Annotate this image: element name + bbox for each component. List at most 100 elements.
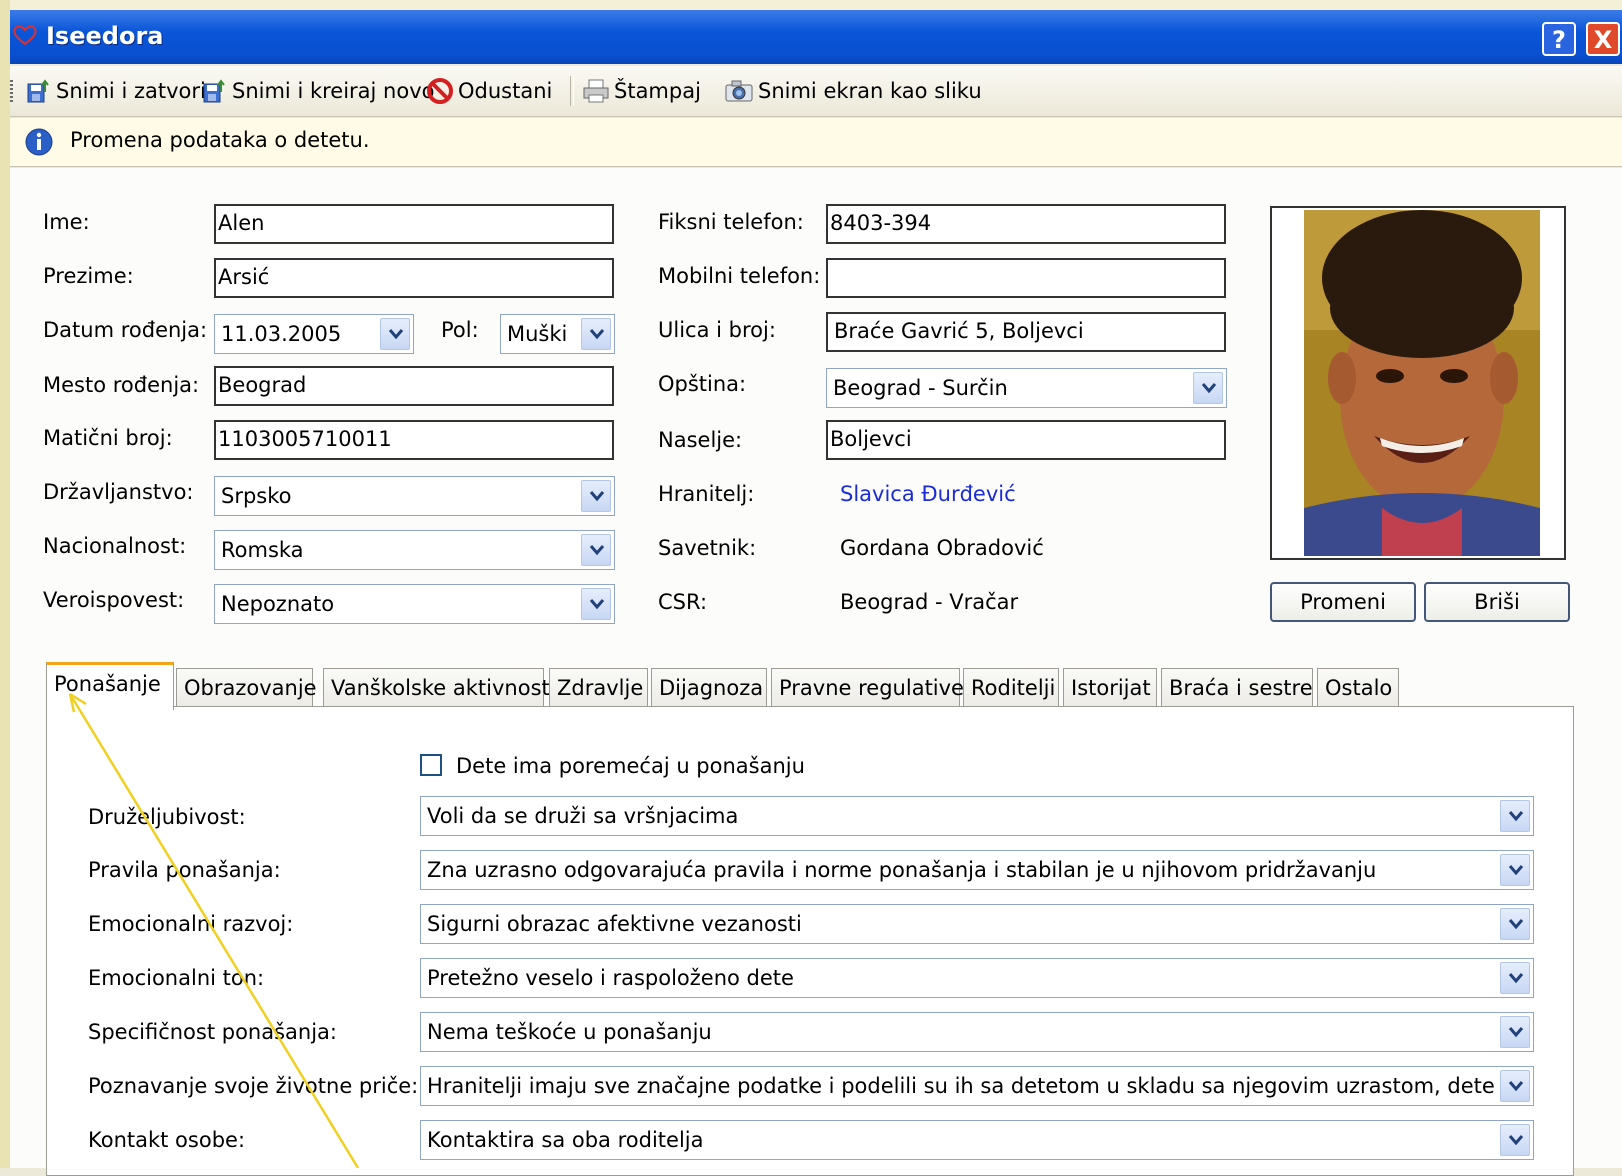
tab-ponasanje[interactable]: Ponašanje — [46, 662, 174, 710]
dropdown-button[interactable] — [1500, 1016, 1530, 1048]
camera-icon — [725, 80, 753, 102]
toolbar: Snimi i zatvori Snimi i kreiraj novo Odu… — [10, 66, 1622, 117]
maticni-input[interactable]: 1103005710011 — [214, 420, 614, 460]
behavior-disorder-label: Dete ima poremećaj u ponašanju — [456, 754, 805, 778]
cancel-label: Odustani — [458, 79, 553, 103]
print-label: Štampaj — [614, 79, 701, 103]
tab-dijagnoza[interactable]: Dijagnoza — [651, 668, 767, 708]
dropdown-button[interactable] — [581, 534, 611, 566]
screenshot-button[interactable]: Snimi ekran kao sliku — [724, 76, 982, 106]
behavior-row-label: Kontakt osobe: — [88, 1128, 246, 1152]
chevron-down-icon — [1508, 1027, 1524, 1038]
print-button[interactable]: Štampaj — [582, 76, 701, 106]
dropdown-button[interactable] — [581, 480, 611, 512]
help-button[interactable]: ? — [1542, 22, 1576, 56]
behavior-row-select[interactable]: Kontaktira sa oba roditelja — [420, 1120, 1534, 1160]
behavior-row-value: Zna uzrasno odgovarajuća pravila i norme… — [427, 858, 1377, 882]
pol-value: Muški — [507, 322, 568, 346]
cancel-button[interactable]: Odustani — [426, 76, 552, 106]
close-button[interactable]: X — [1586, 22, 1620, 56]
delete-photo-button[interactable]: Briši — [1424, 582, 1570, 622]
prezime-input[interactable]: Arsić — [214, 258, 614, 298]
tab-obrazovanje[interactable]: Obrazovanje — [176, 668, 317, 708]
chevron-down-icon — [1508, 919, 1524, 930]
save-close-label: Snimi i zatvori — [56, 79, 206, 103]
behavior-row-label: Pravila ponašanja: — [88, 858, 281, 882]
save-close-button[interactable]: Snimi i zatvori — [26, 76, 206, 106]
naselje-input[interactable]: Boljevci — [826, 420, 1226, 460]
opstina-select[interactable]: Beograd - Surčin — [826, 368, 1227, 408]
dropdown-button[interactable] — [1500, 908, 1530, 940]
veroispovest-select[interactable]: Nepoznato — [214, 584, 615, 624]
pol-select[interactable]: Muški — [500, 314, 615, 354]
datum-label: Datum rođenja: — [43, 318, 208, 342]
dropdown-button[interactable] — [380, 318, 410, 350]
behavior-row-label: Druželjubivost: — [88, 805, 246, 829]
info-message: Promena podataka o detetu. — [70, 128, 370, 152]
child-photo-image — [1272, 208, 1564, 558]
drzavljanstvo-label: Državljanstvo: — [43, 480, 194, 504]
chevron-down-icon — [1508, 1081, 1524, 1092]
behavior-row-select[interactable]: Zna uzrasno odgovarajuća pravila i norme… — [420, 850, 1534, 890]
info-bar: Promena podataka o detetu. — [10, 118, 1622, 167]
csr-label: CSR: — [658, 590, 708, 614]
dropdown-button[interactable] — [1193, 372, 1223, 404]
behavior-row-label: Emocionalni razvoj: — [88, 912, 294, 936]
child-photo — [1270, 206, 1566, 560]
tab-roditelji[interactable]: Roditelji — [963, 668, 1059, 708]
veroispovest-value: Nepoznato — [221, 592, 335, 616]
dropdown-button[interactable] — [581, 588, 611, 620]
csr-value: Beograd - Vračar — [840, 590, 1019, 614]
chevron-down-icon — [1508, 1135, 1524, 1146]
save-new-button[interactable]: Snimi i kreiraj novo — [202, 76, 434, 106]
tab-istorijat[interactable]: Istorijat — [1063, 668, 1157, 708]
cancel-icon — [427, 78, 453, 104]
hranitelj-link[interactable]: Slavica Đurđević — [840, 482, 1016, 506]
chevron-down-icon — [589, 491, 605, 502]
tab-braca-i-sestre[interactable]: Braća i sestre — [1161, 668, 1313, 708]
ime-input[interactable]: Alen — [214, 204, 614, 244]
dropdown-button[interactable] — [1500, 1124, 1530, 1156]
app-heart-icon — [13, 25, 37, 46]
chevron-down-icon — [589, 545, 605, 556]
mesto-input[interactable]: Beograd — [214, 366, 614, 406]
savetnik-value: Gordana Obradović — [840, 536, 1044, 560]
ulica-input[interactable]: Braće Gavrić 5, Boljevci — [826, 312, 1226, 352]
ulica-label: Ulica i broj: — [658, 318, 776, 342]
nacionalnost-select[interactable]: Romska — [214, 530, 615, 570]
behavior-row-select[interactable]: Nema teškoće u ponašanju — [420, 1012, 1534, 1052]
opstina-label: Opština: — [658, 372, 747, 396]
behavior-row-label: Specifičnost ponašanja: — [88, 1020, 337, 1044]
drzavljanstvo-select[interactable]: Srpsko — [214, 476, 615, 516]
fiksni-input[interactable]: 8403-394 — [826, 204, 1226, 244]
screenshot-label: Snimi ekran kao sliku — [758, 79, 982, 103]
dropdown-button[interactable] — [581, 318, 611, 350]
tab-zdravlje[interactable]: Zdravlje — [549, 668, 648, 708]
toolbar-grip[interactable] — [10, 80, 13, 102]
dropdown-button[interactable] — [1500, 854, 1530, 886]
tab-pravne-regulative[interactable]: Pravne regulative — [771, 668, 964, 708]
chevron-down-icon — [589, 599, 605, 610]
behavior-row-label: Poznavanje svoje životne priče: — [88, 1074, 419, 1098]
mobilni-label: Mobilni telefon: — [658, 264, 821, 288]
behavior-row-select[interactable]: Voli da se druži sa vršnjacima — [420, 796, 1534, 836]
mobilni-input[interactable] — [826, 258, 1226, 298]
change-photo-button[interactable]: Promeni — [1270, 582, 1416, 622]
behavior-row-select[interactable]: Sigurni obrazac afektivne vezanosti — [420, 904, 1534, 944]
title-bar[interactable]: Iseedora ? X — [10, 10, 1622, 64]
tab-ostalo[interactable]: Ostalo — [1317, 668, 1399, 708]
ime-label: Ime: — [43, 210, 90, 234]
tab-vanskolske-aktivnosti[interactable]: Vanškolske aktivnosti — [323, 668, 556, 708]
dropdown-button[interactable] — [1500, 800, 1530, 832]
info-icon — [25, 128, 53, 156]
veroispovest-label: Veroispovest: — [43, 588, 185, 612]
datum-picker[interactable]: 11.03.2005 — [214, 314, 414, 354]
dropdown-button[interactable] — [1500, 1070, 1530, 1102]
pol-label: Pol: — [441, 318, 479, 342]
window-title: Iseedora — [46, 22, 164, 50]
behavior-disorder-checkbox[interactable] — [420, 754, 442, 776]
dropdown-button[interactable] — [1500, 962, 1530, 994]
nacionalnost-value: Romska — [221, 538, 304, 562]
behavior-row-select[interactable]: Pretežno veselo i raspoloženo dete — [420, 958, 1534, 998]
behavior-row-select[interactable]: Hranitelji imaju sve značajne podatke i … — [420, 1066, 1534, 1106]
